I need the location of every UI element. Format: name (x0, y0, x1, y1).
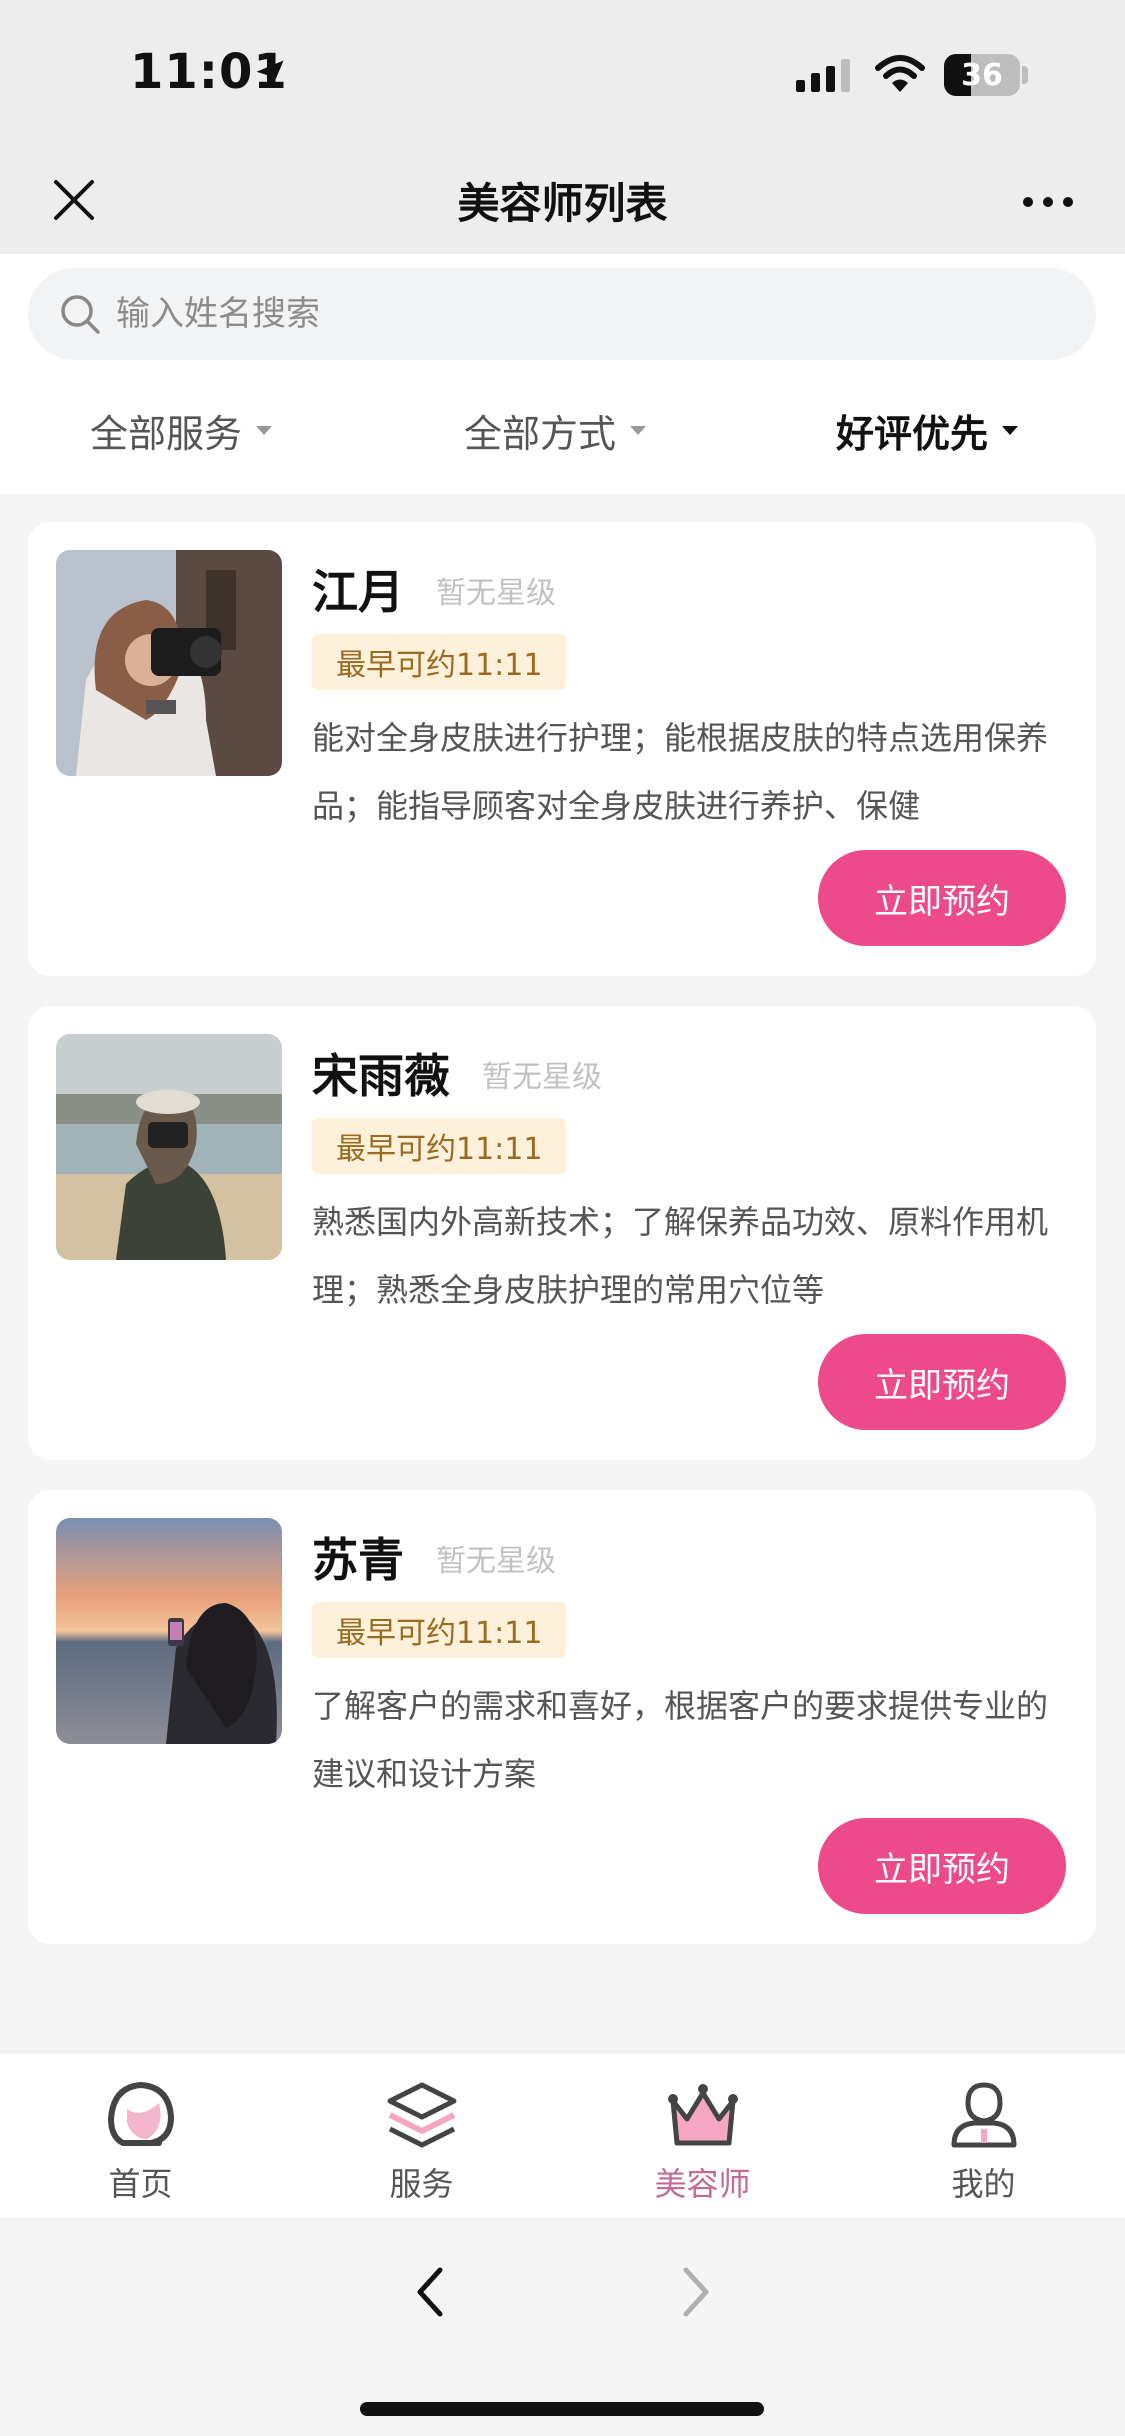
tab-beauticians-label: 美容师 (654, 2165, 751, 2203)
user-icon (951, 2082, 1016, 2148)
forward-arrow-icon[interactable] (676, 2262, 716, 2322)
avatar (56, 1034, 282, 1260)
tab-beauticians[interactable]: 美容师 (562, 2053, 843, 2219)
battery-cap (1022, 66, 1028, 84)
caret-down-icon (1002, 425, 1019, 435)
browser-toolbar (0, 2218, 1125, 2436)
beautician-description: 熟悉国内外高新技术；了解保养品功效、原料作用机理；熟悉全身皮肤护理的常用穴位等 (312, 1203, 1049, 1309)
availability-badge: 最早可约11:11 (312, 1118, 567, 1174)
avatar (56, 550, 282, 776)
search-box[interactable] (28, 268, 1096, 360)
filter-service[interactable]: 全部服务 (90, 400, 273, 460)
search-input[interactable] (116, 268, 1016, 360)
tab-mine[interactable]: 我的 (843, 2053, 1124, 2219)
nav-bar: 美容师列表 (0, 150, 1125, 254)
availability-badge: 最早可约11:11 (312, 1602, 567, 1658)
book-now-button[interactable]: 立即预约 (818, 1818, 1066, 1914)
beautician-card[interactable]: 宋雨薇 暂无星级 最早可约11:11 熟悉国内外高新技术；了解保养品功效、原料作… (28, 1006, 1096, 1460)
more-options-icon[interactable] (1020, 190, 1076, 214)
search-filter-panel: 全部服务 全部方式 好评优先 (0, 254, 1125, 494)
beautician-card[interactable]: 江月 暂无星级 最早可约11:11 能对全身皮肤进行护理；能根据皮肤的特点选用保… (28, 522, 1096, 976)
search-icon (61, 295, 100, 334)
beautician-card[interactable]: 苏青 暂无星级 最早可约11:11 了解客户的需求和喜好，根据客户的要求提供专业… (28, 1490, 1096, 1944)
back-arrow-icon[interactable] (410, 2262, 450, 2322)
book-now-button[interactable]: 立即预约 (818, 850, 1066, 946)
tab-home[interactable]: 首页 (0, 2053, 281, 2219)
cellular-signal-icon (796, 59, 850, 92)
availability-badge: 最早可约11:11 (312, 634, 567, 690)
tab-home-label: 首页 (108, 2165, 173, 2203)
wifi-icon (875, 55, 925, 92)
avatar-photo (56, 550, 282, 776)
battery-text: 36 (961, 57, 1003, 93)
beautician-name: 宋雨薇 (312, 1049, 450, 1103)
filter-method[interactable]: 全部方式 (464, 400, 647, 460)
beautician-description: 了解客户的需求和喜好，根据客户的要求提供专业的建议和设计方案 (312, 1687, 1049, 1793)
rating-label: 暂无星级 (436, 1544, 556, 1579)
filter-service-label: 全部服务 (90, 411, 243, 456)
bottom-tab-bar: 首页 服务 美容师 我的 (0, 2052, 1125, 2218)
filter-method-label: 全部方式 (464, 411, 617, 456)
beautician-description: 能对全身皮肤进行护理；能根据皮肤的特点选用保养品；能指导顾客对全身皮肤进行养护、… (312, 719, 1049, 825)
rating-label: 暂无星级 (436, 576, 556, 611)
layers-icon (387, 2082, 456, 2148)
status-bar: 11:01 36 (0, 0, 1125, 150)
home-indicator (360, 2402, 764, 2416)
beautician-name: 江月 (312, 565, 404, 619)
beautician-name: 苏青 (312, 1533, 404, 1587)
avatar-photo (56, 1518, 282, 1744)
caret-down-icon (630, 425, 647, 435)
filter-sort-label: 好评优先 (836, 411, 989, 456)
tab-mine-label: 我的 (951, 2165, 1016, 2203)
location-arrow-icon (256, 60, 284, 88)
tab-services[interactable]: 服务 (281, 2053, 562, 2219)
caret-down-icon (256, 425, 273, 435)
page-title: 美容师列表 (457, 179, 668, 228)
book-now-button[interactable]: 立即预约 (818, 1334, 1066, 1430)
crown-icon (667, 2084, 738, 2146)
battery-indicator: 36 (944, 54, 1020, 96)
tab-services-label: 服务 (389, 2165, 454, 2203)
avatar-photo (56, 1034, 282, 1260)
rating-label: 暂无星级 (482, 1060, 602, 1095)
avatar (56, 1518, 282, 1744)
filter-sort[interactable]: 好评优先 (836, 400, 1019, 460)
home-face-icon (107, 2082, 174, 2146)
